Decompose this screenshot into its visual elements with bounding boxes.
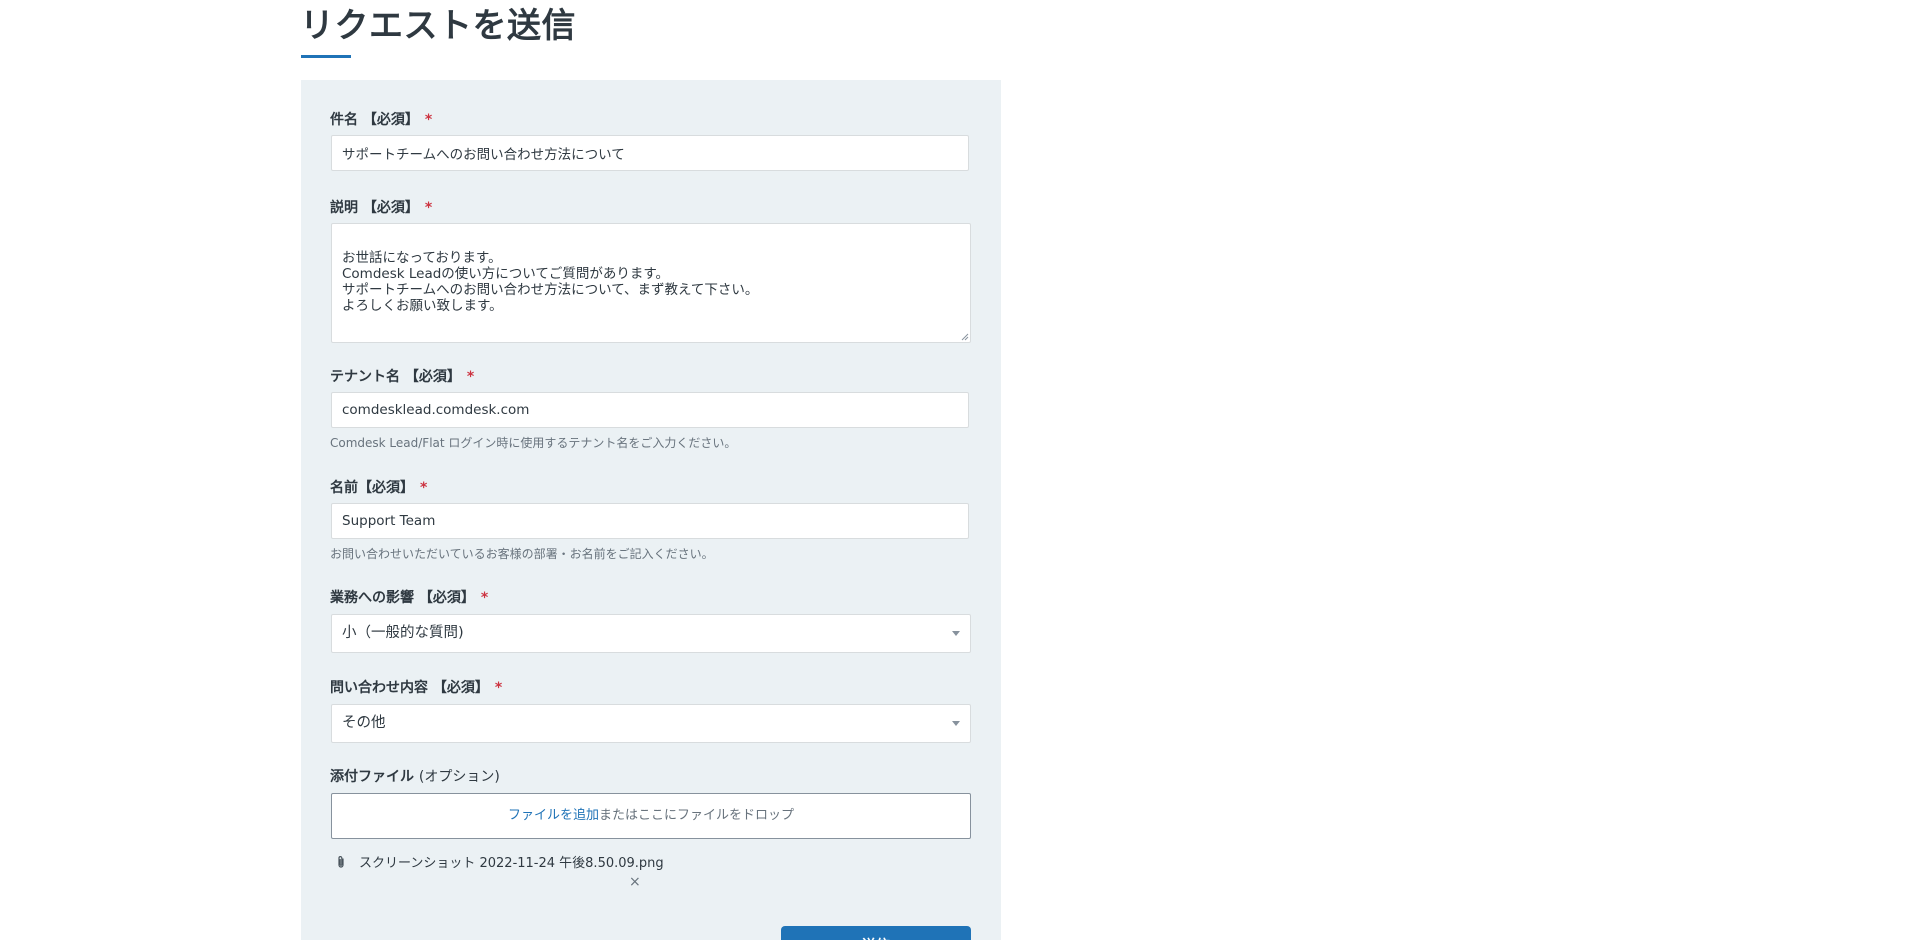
subject-label: 件名 【必須】 * [330,111,432,129]
required-mark: * [466,369,475,385]
subject-input[interactable] [331,135,969,171]
impact-label: 業務への影響 【必須】 * [330,589,488,607]
resize-handle-icon[interactable] [961,333,969,341]
close-icon[interactable]: × [629,874,641,890]
required-mark: * [420,480,428,496]
required-mark: * [480,590,489,606]
request-form-page: リクエストを送信 件名 【必須】 * 説明 【必須】 * お世話になっております。 … [0,0,1905,940]
chevron-down-icon [952,721,960,726]
description-textarea[interactable]: お世話になっております。 Comdesk Leadの使い方についてご質問がありま… [331,223,971,343]
impact-label-text: 業務への影響 【必須】 [330,590,475,606]
impact-selected-value: 小（一般的な質問) [342,625,464,641]
add-file-link[interactable]: ファイルを追加 [508,808,599,823]
tenant-label-text: テナント名 【必須】 [330,369,461,385]
name-input[interactable] [331,503,969,539]
required-mark: * [494,680,503,696]
required-mark: * [424,200,433,216]
attachments-label-text: 添付ファイル [330,769,414,785]
tenant-label: テナント名 【必須】 * [330,368,474,386]
subject-label-text: 件名 【必須】 [330,112,419,128]
tenant-hint: Comdesk Lead/Flat ログイン時に使用するテナント名をご入力くださ… [330,436,737,450]
chevron-down-icon [952,631,960,636]
tenant-input[interactable] [331,392,969,428]
name-hint: お問い合わせいただいているお客様の部署・お名前をご記入ください。 [330,547,714,561]
description-label: 説明 【必須】 * [330,199,432,217]
name-label: 名前【必須】 * [330,479,427,497]
title-underline [301,55,351,58]
inquiry-type-label-text: 問い合わせ内容 【必須】 [330,680,489,696]
drop-text: またはここにファイルをドロップ [599,808,795,823]
name-label-text: 名前【必須】 [330,480,414,496]
attachments-optional-text: (オプション) [418,769,500,785]
inquiry-type-label: 問い合わせ内容 【必須】 * [330,679,502,697]
impact-select[interactable]: 小（一般的な質問) [331,614,971,653]
page-title: リクエストを送信 [300,6,576,46]
description-text: お世話になっております。 Comdesk Leadの使い方についてご質問がありま… [342,250,759,314]
paperclip-icon [338,856,344,868]
submit-button[interactable]: 送信 [781,926,971,940]
file-dropzone[interactable]: ファイルを追加またはここにファイルをドロップ [331,793,971,839]
description-label-text: 説明 【必須】 [330,200,419,216]
attachment-item: スクリーンショット 2022-11-24 午後8.50.09.png [335,855,664,873]
inquiry-type-select[interactable]: その他 [331,704,971,743]
inquiry-type-selected-value: その他 [342,715,386,731]
attachments-label: 添付ファイル (オプション) [330,768,500,786]
attachment-filename: スクリーンショット 2022-11-24 午後8.50.09.png [359,856,664,871]
required-mark: * [424,112,433,128]
